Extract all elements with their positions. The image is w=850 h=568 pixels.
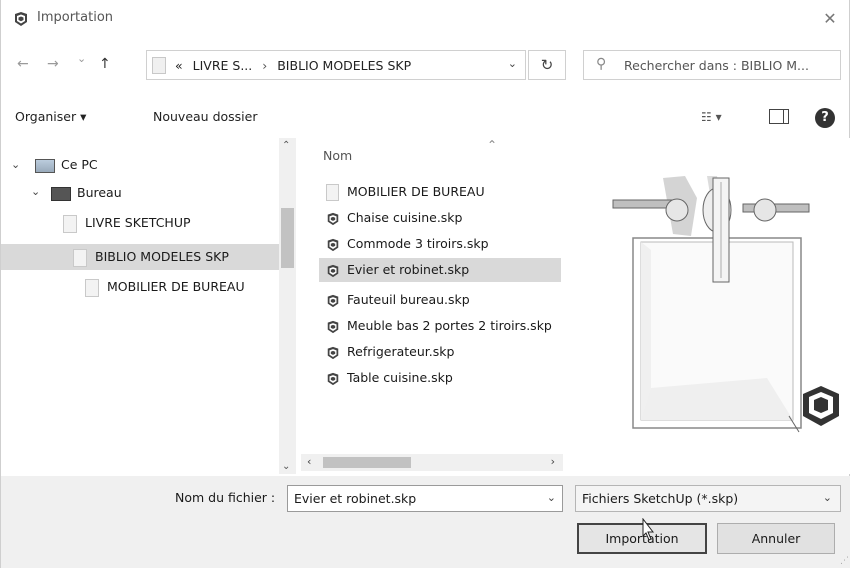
breadcrumb-overflow[interactable]: «	[175, 58, 183, 73]
scroll-thumb[interactable]	[281, 208, 294, 268]
tree-item-biblio-modeles-skp[interactable]: BIBLIO MODELES SKP	[1, 244, 279, 270]
scroll-right-icon[interactable]: ›	[551, 455, 555, 468]
search-placeholder: Rechercher dans : BIBLIO M...	[624, 58, 809, 73]
new-folder-button[interactable]: Nouveau dossier	[153, 109, 257, 124]
list-item[interactable]: MOBILIER DE BUREAU	[319, 180, 561, 204]
dialog-footer: Nom du fichier : Evier et robinet.skp ⌄ …	[1, 476, 850, 568]
nav-scrollbar[interactable]: ⌃ ⌄	[279, 138, 296, 474]
chevron-down-icon[interactable]: ⌄	[547, 491, 556, 504]
scroll-left-icon[interactable]: ‹	[307, 455, 311, 468]
tree-item-label: Bureau	[77, 185, 122, 200]
sketchup-app-icon	[15, 12, 27, 26]
chevron-right-icon[interactable]: ›	[262, 58, 267, 73]
tree-item-bureau[interactable]: Bureau	[51, 180, 122, 206]
view-options-button[interactable]: ☷ ▾	[701, 110, 722, 124]
list-item[interactable]: Chaise cuisine.skp	[319, 206, 561, 230]
import-dialog: Importation ✕ ← → ⌄ ↑ « LIVRE S... › BIB…	[0, 0, 850, 568]
skp-file-icon	[327, 238, 339, 251]
computer-icon	[35, 158, 55, 173]
file-name: Meuble bas 2 portes 2 tiroirs.skp	[347, 318, 552, 333]
tree-item-mobilier-de-bureau[interactable]: MOBILIER DE BUREAU	[85, 274, 245, 300]
folder-icon	[85, 278, 99, 297]
back-arrow-icon[interactable]: ←	[17, 56, 29, 72]
list-item[interactable]: Fauteuil bureau.skp	[319, 288, 561, 312]
chevron-down-icon[interactable]: ⌄	[31, 185, 40, 198]
title-bar: Importation ✕	[1, 0, 850, 38]
file-name: Chaise cuisine.skp	[347, 210, 463, 225]
organize-button[interactable]: Organiser ▾	[15, 109, 86, 124]
breadcrumb-item[interactable]: LIVRE S...	[193, 58, 253, 73]
tree-item-label: BIBLIO MODELES SKP	[95, 249, 229, 264]
tree-item-label: Ce PC	[61, 157, 98, 172]
navigation-pane: ⌄ Ce PC ⌄ Bureau LIVRE SKETCHUP BIBLIO M…	[1, 138, 297, 474]
file-list-scrollbar[interactable]: ‹ ›	[301, 454, 563, 471]
mouse-pointer-icon	[642, 518, 655, 541]
skp-file-icon	[327, 372, 339, 385]
list-item[interactable]: Meuble bas 2 portes 2 tiroirs.skp	[319, 314, 561, 338]
file-name: Table cuisine.skp	[347, 370, 453, 385]
address-bar[interactable]: « LIVRE S... › BIBLIO MODELES SKP ⌄	[146, 50, 526, 80]
preview-pane	[567, 138, 850, 474]
list-item[interactable]: Refrigerateur.skp	[319, 340, 561, 364]
scroll-down-icon[interactable]: ⌄	[282, 461, 290, 472]
folder-icon	[73, 248, 87, 267]
tree-item-livre-sketchup[interactable]: LIVRE SKETCHUP	[63, 210, 191, 236]
chevron-down-icon[interactable]: ⌄	[11, 158, 20, 171]
breadcrumb-item[interactable]: BIBLIO MODELES SKP	[277, 58, 411, 73]
preview-pane-icon[interactable]	[769, 109, 789, 124]
filename-label: Nom du fichier :	[175, 490, 276, 505]
filename-input[interactable]: Evier et robinet.skp ⌄	[287, 485, 563, 512]
cancel-button[interactable]: Annuler	[717, 523, 835, 554]
search-icon: ⚲	[596, 56, 607, 72]
tree-item-ce-pc[interactable]: Ce PC	[35, 152, 98, 178]
filename-value: Evier et robinet.skp	[294, 491, 417, 506]
scroll-up-icon[interactable]: ⌃	[282, 140, 290, 151]
resize-grip-icon[interactable]: ⋰	[840, 556, 849, 566]
file-name: Commode 3 tiroirs.skp	[347, 236, 489, 251]
skp-file-icon	[327, 320, 339, 333]
list-item-selected[interactable]: Evier et robinet.skp	[319, 258, 561, 282]
refresh-button[interactable]: ↻	[528, 50, 566, 80]
tree-item-label: LIVRE SKETCHUP	[85, 215, 191, 230]
file-type-value: Fichiers SketchUp (*.skp)	[582, 491, 739, 506]
close-icon[interactable]: ✕	[819, 8, 841, 30]
desktop-icon	[51, 186, 71, 201]
list-item[interactable]: Commode 3 tiroirs.skp	[319, 232, 561, 256]
up-arrow-icon[interactable]: ↑	[99, 56, 111, 72]
skp-file-icon	[327, 346, 339, 359]
search-input[interactable]: ⚲ Rechercher dans : BIBLIO M...	[583, 50, 841, 80]
sink-preview-image	[612, 176, 839, 433]
breadcrumb: « LIVRE S... › BIBLIO MODELES SKP	[175, 58, 417, 73]
recent-locations-icon[interactable]: ⌄	[77, 52, 86, 65]
toolbar: Organiser ▾ Nouveau dossier ☷ ▾ ?	[1, 100, 850, 136]
folder-icon	[152, 57, 166, 74]
file-type-select[interactable]: Fichiers SketchUp (*.skp) ⌄	[575, 485, 841, 512]
folder-icon	[326, 184, 339, 201]
file-name: MOBILIER DE BUREAU	[347, 184, 485, 199]
sort-ascending-icon: ⌃	[487, 138, 498, 152]
skp-file-icon	[327, 264, 339, 277]
chevron-down-icon[interactable]: ⌄	[823, 491, 832, 504]
folder-icon	[63, 214, 77, 233]
file-name: Fauteuil bureau.skp	[347, 292, 470, 307]
forward-arrow-icon[interactable]: →	[47, 56, 59, 72]
skp-file-icon	[327, 212, 339, 225]
chevron-down-icon[interactable]: ⌄	[508, 57, 517, 70]
skp-file-icon	[327, 294, 339, 307]
help-icon[interactable]: ?	[815, 108, 835, 128]
file-name: Evier et robinet.skp	[347, 262, 470, 277]
file-list: ⌃ Nom MOBILIER DE BUREAU Chaise cuisine.…	[301, 138, 563, 474]
window-title: Importation	[37, 10, 114, 25]
list-item[interactable]: Table cuisine.skp	[319, 366, 561, 390]
file-name: Refrigerateur.skp	[347, 344, 455, 359]
tree-item-label: MOBILIER DE BUREAU	[107, 279, 245, 294]
scroll-thumb[interactable]	[323, 457, 411, 468]
column-header-name[interactable]: Nom	[323, 148, 352, 163]
